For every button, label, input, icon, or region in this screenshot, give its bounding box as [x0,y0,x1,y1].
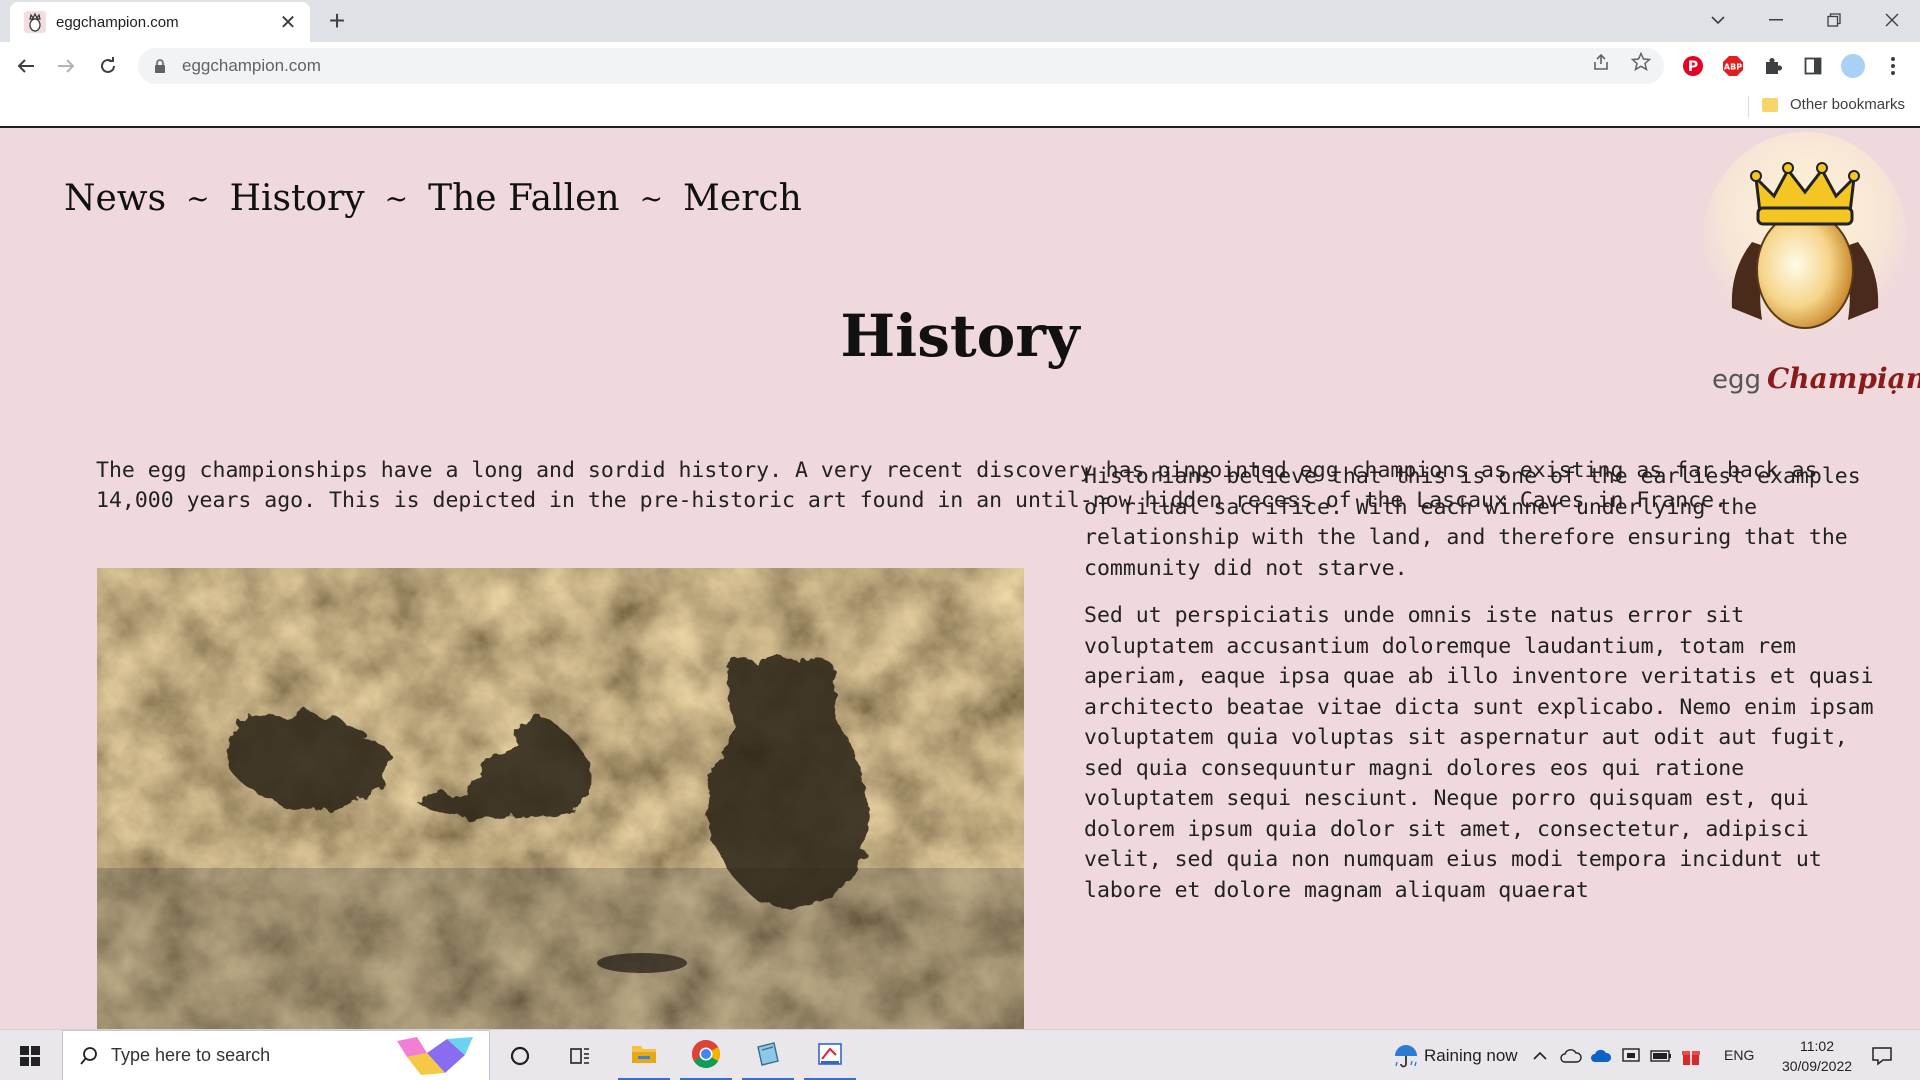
web-page: News ~ History ~ The Fallen ~ Merch egg … [0,130,1920,1029]
windows-taskbar: Type here to search Raining now ENG 11:0… [0,1029,1920,1080]
tab-close-icon[interactable]: ✕ [276,10,300,34]
battery-icon[interactable] [1646,1030,1676,1080]
search-placeholder: Type here to search [111,1045,271,1065]
cortana-icon[interactable] [494,1030,546,1080]
pinterest-icon[interactable]: P [1680,53,1706,79]
minimize-icon[interactable] [1748,0,1804,40]
clock-date: 30/09/2022 [1781,1058,1853,1074]
nav-link-the-fallen[interactable]: The Fallen [428,178,619,219]
folder-icon [1762,97,1778,112]
search-highlight-icon [397,1037,473,1075]
show-hidden-icons-chevron-icon[interactable] [1524,1030,1556,1080]
close-window-icon[interactable] [1864,0,1920,40]
forward-button[interactable] [50,50,82,82]
bookmark-star-icon[interactable] [1630,51,1652,73]
taskbar-search-box[interactable]: Type here to search [62,1030,490,1080]
other-bookmarks-button[interactable]: Other bookmarks [1762,96,1905,113]
url-text: eggchampion.com [182,56,321,75]
history-paragraph-1: Historians believe that this is one of t… [1084,464,1861,581]
paint-app-icon[interactable] [804,1030,856,1080]
reload-icon [101,57,115,73]
forward-arrow-icon [58,59,75,73]
browser-toolbar: eggchampion.com P ABP [0,42,1920,90]
nav-link-news[interactable]: News [64,178,166,219]
file-explorer-icon[interactable] [618,1030,670,1080]
adblock-plus-icon[interactable]: ABP [1720,53,1746,79]
windows-start-icon[interactable] [10,1042,50,1070]
nav-separator: ~ [186,182,210,215]
clock-time: 11:02 [1800,1038,1834,1054]
reload-button[interactable] [92,50,124,82]
nav-separator: ~ [639,182,664,215]
nav-link-merch[interactable]: Merch [683,178,802,219]
language-indicator[interactable]: ENG [1724,1047,1754,1063]
svg-text:P: P [1688,59,1698,75]
chrome-icon[interactable] [680,1030,732,1080]
onedrive-icon[interactable] [1586,1030,1616,1080]
nav-separator: ~ [384,182,409,215]
cloud-icon[interactable] [1556,1030,1586,1080]
display-icon[interactable] [1616,1030,1646,1080]
tab-search-chevron-icon[interactable] [1690,0,1746,40]
lock-icon [155,59,165,73]
browser-tab[interactable]: eggchampion.com ✕ [10,2,310,42]
address-bar[interactable]: eggchampion.com [138,48,1664,84]
page-title: History [840,302,1080,370]
svg-text:ABP: ABP [1724,63,1742,72]
cave-painting-image [97,568,1024,1029]
system-clock[interactable]: 11:02 30/09/2022 [1778,1036,1856,1076]
back-arrow-icon [17,59,34,73]
bookmarks-divider [1748,96,1749,118]
egg-crown-favicon-icon [24,11,46,33]
share-icon[interactable] [1590,51,1612,73]
site-nav: News ~ History ~ The Fallen ~ Merch [64,178,802,219]
bookmarks-bar: Other bookmarks [0,90,1920,128]
history-paragraph-2: Sed ut perspiciatis unde omnis iste natu… [1084,603,1874,903]
puzzle-icon[interactable] [1760,53,1786,79]
restore-icon[interactable] [1806,0,1862,40]
browser-tabstrip: eggchampion.com ✕ + [0,0,1920,42]
profile-icon[interactable] [1840,53,1866,79]
search-icon [80,1046,97,1065]
other-bookmarks-label: Other bookmarks [1790,96,1906,113]
nav-link-history[interactable]: History [230,178,365,219]
notification-center-icon[interactable] [1856,1030,1908,1080]
tab-title: eggchampion.com [56,13,179,31]
back-button[interactable] [10,50,42,82]
new-tab-button[interactable]: + [322,7,352,36]
gift-notification-icon[interactable] [1676,1030,1706,1080]
menu-icon[interactable] [1880,53,1906,79]
notepad-app-icon[interactable] [742,1030,794,1080]
sidepanel-icon[interactable] [1800,53,1826,79]
weather-text[interactable]: Raining now [1424,1046,1518,1066]
task-view-icon[interactable] [554,1030,606,1080]
